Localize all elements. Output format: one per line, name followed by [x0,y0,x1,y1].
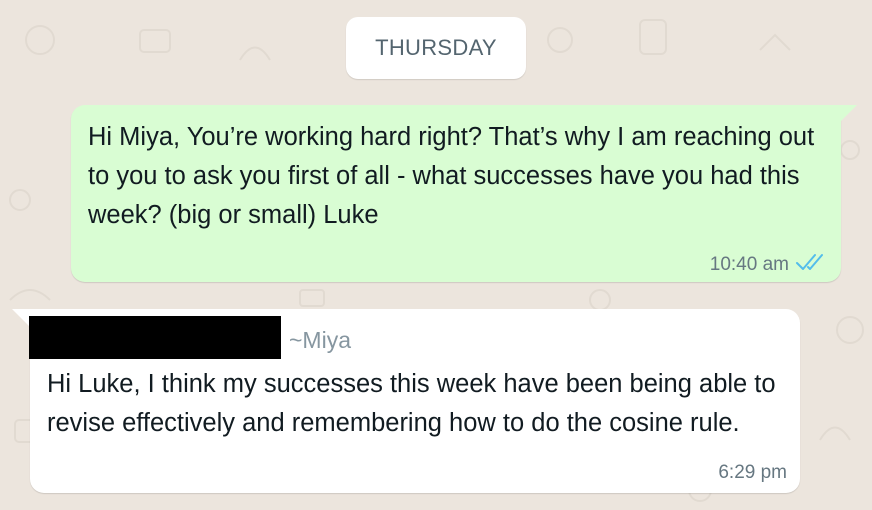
double-check-read-icon [795,252,827,278]
redacted-phone-number [29,316,281,359]
outgoing-message-meta: 10:40 am [710,252,827,278]
outgoing-message-time: 10:40 am [709,254,789,275]
outgoing-message-text: Hi Miya, You’re working hard right? That… [88,123,815,229]
outgoing-bubble-tail [839,105,857,123]
incoming-message-text: Hi Luke, I think my successes this week … [47,370,776,437]
incoming-message-time: 6:29 pm [718,462,787,483]
date-divider: THURSDAY [346,17,526,79]
incoming-bubble-tail [12,309,30,327]
sender-name[interactable]: ~Miya [289,327,351,354]
date-divider-label: THURSDAY [375,35,497,60]
